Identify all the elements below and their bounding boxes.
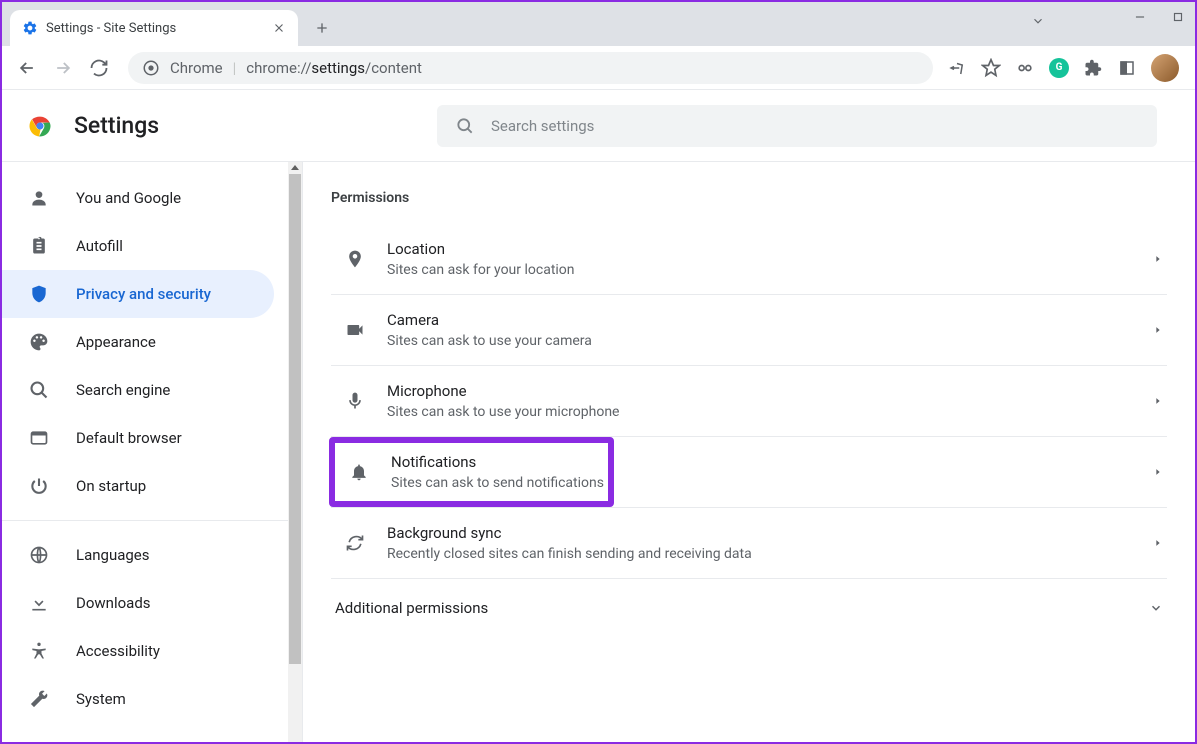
search-settings[interactable] <box>437 105 1157 147</box>
reload-button[interactable] <box>84 53 114 83</box>
gear-icon <box>22 20 38 36</box>
forward-button[interactable] <box>48 53 78 83</box>
chevron-right-icon <box>1153 254 1163 264</box>
permission-location[interactable]: LocationSites can ask for your location <box>331 224 1167 295</box>
sidebar-item-appearance[interactable]: Appearance <box>2 318 274 366</box>
sidebar-item-autofill[interactable]: Autofill <box>2 222 274 270</box>
chrome-logo-icon <box>26 112 54 140</box>
chevron-down-icon <box>1149 601 1163 615</box>
sidebar-item-privacy-security[interactable]: Privacy and security <box>2 270 274 318</box>
grammarly-icon[interactable]: G <box>1049 58 1069 78</box>
address-bar[interactable]: Chrome | chrome://settings/content <box>128 52 933 84</box>
browser-icon <box>28 427 50 449</box>
notifications-highlight: NotificationsSites can ask to send notif… <box>329 437 614 507</box>
search-icon <box>28 379 50 401</box>
sidebar-item-default-browser[interactable]: Default browser <box>2 414 274 462</box>
search-input[interactable] <box>491 117 1139 135</box>
download-icon <box>28 592 50 614</box>
person-icon <box>28 187 50 209</box>
window-controls <box>1133 10 1185 24</box>
globe-icon <box>28 544 50 566</box>
wrench-icon <box>28 688 50 710</box>
chevron-right-icon <box>1153 325 1163 335</box>
shield-icon <box>28 283 50 305</box>
sidebar-scrollbar[interactable] <box>288 162 302 742</box>
new-tab-button[interactable] <box>308 14 336 42</box>
chevron-right-icon <box>1153 467 1163 477</box>
close-icon[interactable] <box>272 21 286 35</box>
power-icon <box>28 475 50 497</box>
permission-camera[interactable]: CameraSites can ask to use your camera <box>331 295 1167 366</box>
minimize-icon[interactable] <box>1133 10 1147 24</box>
sidebar-item-system[interactable]: System <box>2 675 274 723</box>
url-prefix: Chrome <box>170 59 223 77</box>
sidebar-item-you-and-google[interactable]: You and Google <box>2 174 274 222</box>
chevron-right-icon <box>1153 538 1163 548</box>
settings-sidebar: You and Google Autofill Privacy and secu… <box>2 162 288 742</box>
chrome-icon <box>142 59 160 77</box>
settings-header: Settings <box>2 90 1195 162</box>
sidebar-item-downloads[interactable]: Downloads <box>2 579 274 627</box>
browser-titlebar: Settings - Site Settings <box>2 2 1195 46</box>
search-icon <box>455 116 475 136</box>
browser-toolbar: Chrome | chrome://settings/content G <box>2 46 1195 90</box>
additional-permissions[interactable]: Additional permissions <box>331 579 1167 637</box>
extensions-icon[interactable] <box>1083 58 1103 78</box>
sidebar-item-on-startup[interactable]: On startup <box>2 462 274 510</box>
sync-icon <box>335 533 375 553</box>
share-icon[interactable] <box>947 58 967 78</box>
sidebar-item-search-engine[interactable]: Search engine <box>2 366 274 414</box>
settings-content: Permissions LocationSites can ask for yo… <box>302 162 1195 742</box>
camera-icon <box>335 320 375 340</box>
sidebar-divider <box>2 520 288 521</box>
panel-icon[interactable] <box>1117 58 1137 78</box>
location-icon <box>335 249 375 269</box>
maximize-icon[interactable] <box>1171 10 1185 24</box>
bookmark-icon[interactable] <box>981 58 1001 78</box>
back-button[interactable] <box>12 53 42 83</box>
mic-icon <box>335 391 375 411</box>
bell-icon <box>339 462 379 482</box>
link-icon[interactable] <box>1015 58 1035 78</box>
accessibility-icon <box>28 640 50 662</box>
tab-search-icon[interactable] <box>1031 14 1045 28</box>
permission-notifications[interactable]: NotificationsSites can ask to send notif… <box>335 443 608 501</box>
sidebar-item-languages[interactable]: Languages <box>2 531 274 579</box>
url-text: chrome://settings/content <box>246 59 422 77</box>
sidebar-item-accessibility[interactable]: Accessibility <box>2 627 274 675</box>
permission-microphone[interactable]: MicrophoneSites can ask to use your micr… <box>331 366 1167 437</box>
browser-tab[interactable]: Settings - Site Settings <box>10 10 298 46</box>
section-title: Permissions <box>331 190 1167 206</box>
tab-title: Settings - Site Settings <box>46 21 272 36</box>
palette-icon <box>28 331 50 353</box>
clipboard-icon <box>28 235 50 257</box>
page-title: Settings <box>74 112 159 139</box>
permission-background-sync[interactable]: Background syncRecently closed sites can… <box>331 508 1167 579</box>
profile-avatar[interactable] <box>1151 54 1179 82</box>
chevron-right-icon <box>1153 396 1163 406</box>
